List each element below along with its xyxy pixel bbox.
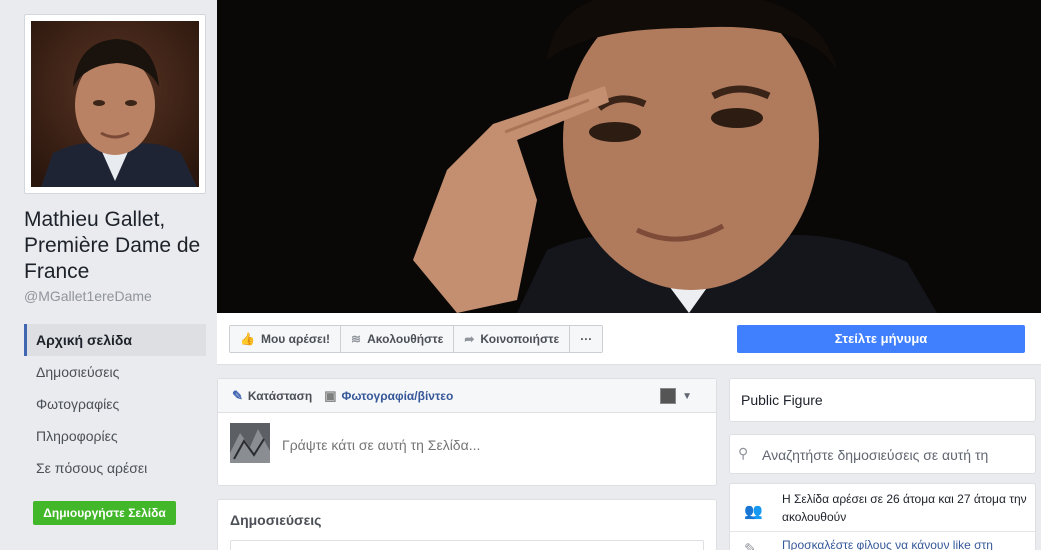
composer-avatar — [230, 423, 270, 463]
nav-item-about[interactable]: Πληροφορίες — [24, 420, 206, 452]
chevron-down-icon: ▼ — [682, 390, 692, 402]
page-title[interactable]: Mathieu Gallet, Première Dame de France — [24, 207, 214, 285]
follow-label: Ακολουθήστε — [367, 332, 444, 346]
post-item[interactable] — [230, 540, 704, 550]
tab-photo-video[interactable]: ▣ Φωτογραφία/βίντεο — [324, 388, 453, 404]
community-card: 👥 Η Σελίδα αρέσει σε 26 άτομα και 27 άτο… — [729, 483, 1036, 550]
nav-item-photos[interactable]: Φωτογραφίες — [24, 388, 206, 420]
invite-friends-link[interactable]: Προσκαλέστε φίλους να κάνουν like στη — [782, 536, 1032, 550]
share-arrow-icon: ➦ — [464, 332, 475, 346]
page-search-input[interactable] — [762, 445, 1030, 465]
follow-button[interactable]: ≋ Ακολουθήστε — [341, 326, 455, 352]
like-label: Μου αρέσει! — [260, 332, 331, 346]
share-label: Κοινοποιήστε — [480, 332, 560, 346]
camera-icon: ▣ — [324, 387, 337, 403]
composer-input[interactable] — [282, 435, 702, 455]
posts-section: Δημοσιεύσεις — [217, 499, 717, 550]
profile-picture[interactable] — [31, 21, 199, 187]
post-composer: ✎ Κατάσταση ▣ Φωτογραφία/βίντεο ▼ — [217, 378, 717, 486]
cover-photo[interactable] — [217, 0, 1041, 313]
rss-icon: ≋ — [351, 332, 362, 346]
pencil-icon: ✎ — [232, 387, 243, 403]
like-button[interactable]: 👍 Μου αρέσει! — [230, 326, 342, 352]
nav-item-posts[interactable]: Δημοσιεύσεις — [24, 356, 206, 388]
nav-item-home[interactable]: Αρχική σελίδα — [24, 324, 206, 356]
share-button[interactable]: ➦ Κοινοποιήστε — [454, 326, 571, 352]
tab-status[interactable]: ✎ Κατάσταση — [232, 388, 312, 404]
nav-item-likes[interactable]: Σε πόσους αρέσει — [24, 452, 206, 484]
page-button-group: 👍 Μου αρέσει! ≋ Ακολουθήστε ➦ Κοινοποιήσ… — [229, 325, 604, 353]
page-search-box: ⚲ — [729, 434, 1036, 474]
tab-status-label: Κατάσταση — [247, 388, 313, 403]
likes-row: 👥 Η Σελίδα αρέσει σε 26 άτομα και 27 άτο… — [730, 490, 1035, 532]
more-button[interactable]: ··· — [570, 326, 602, 352]
invite-icon: ✎ — [744, 541, 757, 550]
post-as-selector[interactable]: ▼ — [660, 388, 692, 404]
page-action-bar: 👍 Μου αρέσει! ≋ Ακολουθήστε ➦ Κοινοποιήσ… — [217, 313, 1041, 365]
search-icon: ⚲ — [738, 445, 749, 461]
people-icon: 👥 — [744, 503, 763, 520]
profile-picture-frame[interactable] — [24, 14, 206, 194]
invite-row[interactable]: ✎ Προσκαλέστε φίλους να κάνουν like στη — [730, 536, 1035, 550]
page-category[interactable]: Public Figure — [729, 378, 1036, 422]
create-page-button[interactable]: Δημιουργήστε Σελίδα — [33, 501, 176, 525]
post-as-avatar — [660, 388, 677, 404]
page-navigation: Αρχική σελίδα Δημοσιεύσεις Φωτογραφίες Π… — [24, 324, 206, 484]
send-message-button[interactable]: Στείλτε μήνυμα — [737, 325, 1025, 353]
posts-section-title: Δημοσιεύσεις — [230, 512, 322, 528]
thumbs-up-icon: 👍 — [240, 332, 255, 346]
composer-tabs: ✎ Κατάσταση ▣ Φωτογραφία/βίντεο ▼ — [218, 379, 716, 413]
more-icon: ··· — [580, 332, 593, 346]
composer-body — [218, 413, 716, 485]
page-handle[interactable]: @MGallet1ereDame — [24, 288, 152, 304]
likes-summary: Η Σελίδα αρέσει σε 26 άτομα και 27 άτομα… — [782, 492, 1027, 524]
tab-photo-label: Φωτογραφία/βίντεο — [341, 388, 454, 403]
